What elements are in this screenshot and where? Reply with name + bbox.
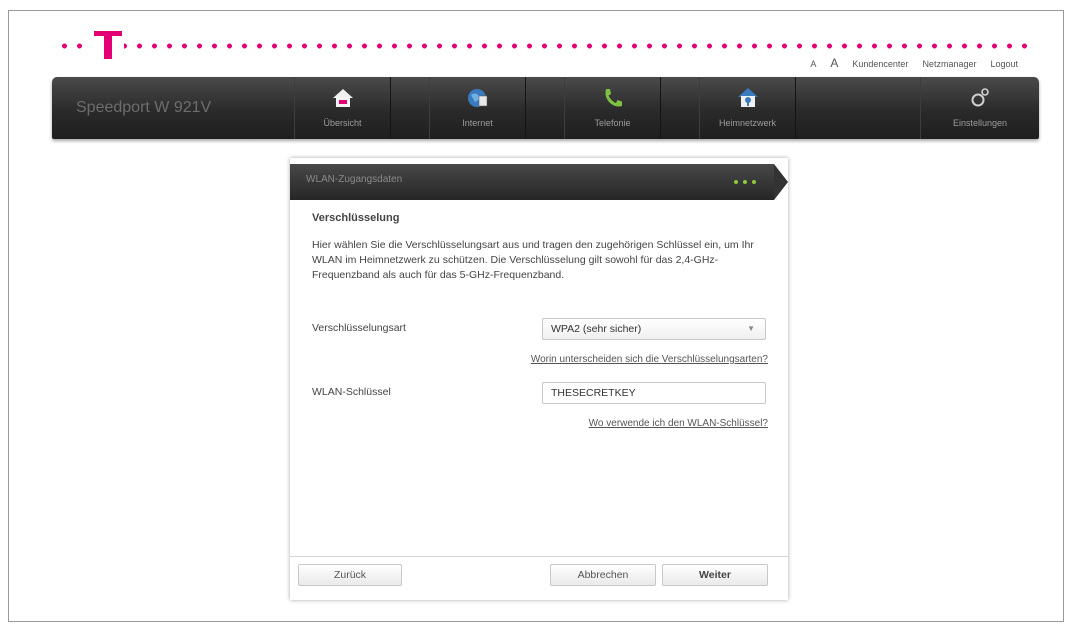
nav-item-label: Übersicht: [323, 118, 362, 128]
wlan-wizard-panel: WLAN-Zugangsdaten Verschlüsselung Hier w…: [290, 158, 788, 600]
home-network-icon: [737, 88, 758, 107]
encryption-type-select[interactable]: WPA2 (sehr sicher) ▼: [542, 318, 766, 340]
progress-dot: [752, 180, 756, 184]
top-links: A A Kundencenter Netzmanager Logout: [810, 56, 1018, 70]
device-model-title: Speedport W 921V: [76, 99, 212, 116]
back-button[interactable]: Zurück: [298, 564, 402, 586]
nav-item-internet[interactable]: Internet: [429, 77, 526, 139]
phone-icon: [604, 89, 622, 107]
wizard-progress-dots: [734, 180, 756, 184]
progress-dot: [743, 180, 747, 184]
nav-item-uebersicht[interactable]: Übersicht: [294, 77, 391, 139]
telekom-logo: [92, 20, 124, 60]
nav-item-label: Heimnetzwerk: [718, 118, 776, 128]
chevron-down-icon: ▼: [747, 324, 755, 333]
wizard-header-title: WLAN-Zugangsdaten: [306, 174, 403, 185]
encryption-type-label: Verschlüsselungsart: [312, 322, 406, 334]
kundencenter-link[interactable]: Kundencenter: [852, 59, 908, 69]
font-size-large-button[interactable]: A: [830, 56, 838, 70]
globe-icon: [467, 89, 487, 107]
cancel-button[interactable]: Abbrechen: [550, 564, 656, 586]
wlan-key-input[interactable]: [542, 382, 766, 404]
footer-divider: [290, 556, 788, 557]
wizard-header: WLAN-Zugangsdaten: [290, 164, 788, 200]
intro-text: Hier wählen Sie die Verschlüsselungsart …: [312, 239, 754, 281]
home-icon: [332, 89, 353, 107]
settings-icon: [971, 88, 989, 107]
next-button[interactable]: Weiter: [662, 564, 768, 586]
nav-item-einstellungen[interactable]: Einstellungen: [920, 77, 1039, 139]
wlan-key-help-link[interactable]: Wo verwende ich den WLAN-Schlüssel?: [589, 418, 768, 429]
progress-dot: [734, 180, 738, 184]
wizard-header-arrow: [774, 164, 788, 200]
nav-item-telefonie[interactable]: Telefonie: [564, 77, 661, 139]
main-navigation: Speedport W 921V Übersicht Internet Tele…: [52, 77, 1039, 139]
encryption-help-link[interactable]: Worin unterscheiden sich die Verschlüsse…: [531, 354, 768, 365]
nav-item-label: Telefonie: [594, 118, 631, 128]
encryption-type-value: WPA2 (sehr sicher): [551, 323, 642, 335]
nav-item-label: Einstellungen: [952, 118, 1008, 128]
font-size-small-button[interactable]: A: [810, 59, 816, 69]
nav-item-label: Internet: [462, 118, 493, 128]
nav-item-heimnetzwerk[interactable]: Heimnetzwerk: [699, 77, 796, 139]
logout-link[interactable]: Logout: [990, 59, 1018, 69]
netzmanager-link[interactable]: Netzmanager: [922, 59, 976, 69]
wlan-key-label: WLAN-Schlüssel: [312, 386, 391, 398]
section-title: Verschlüsselung: [312, 212, 400, 224]
brand-dotted-line: [57, 43, 1037, 49]
